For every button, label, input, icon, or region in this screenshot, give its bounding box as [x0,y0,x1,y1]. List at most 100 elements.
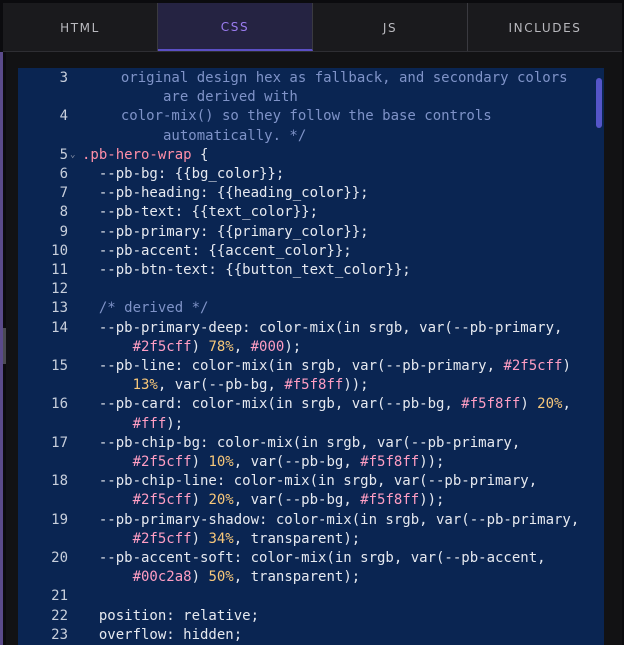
code-token: ) [191,454,209,470]
code-line: 19 --pb-primary-shadow: color-mix(in srg… [18,511,604,530]
code-token: overflow: hidden; [82,626,243,643]
line-number: 23 [51,626,68,643]
code-token: ); [166,415,184,432]
code-line: #2f5cff) 10%, var(--pb-bg, #f5f8ff)); [18,453,604,472]
code-token: , var(--pb-bg, [233,492,361,509]
code-token: .pb-hero-wrap [82,146,192,163]
code-token: ) [520,396,538,413]
code-line: #00c2a8) 50%, transparent); [18,568,604,587]
code-token: #2f5cff [132,492,192,509]
code-line: 12 [18,280,604,299]
line-number: 3 [59,70,68,86]
code-line: 11 --pb-btn-text: {{button_text_color}}; [18,261,604,280]
code-token: --pb-chip-bg: color-mix(in srgb, var(--p… [82,434,521,451]
code-token: #fff [132,415,167,432]
code-token: --pb-text: {{text_color}}; [82,204,319,221]
code-line: #2f5cff) 34%, transparent); [18,530,604,549]
code-token: , transparent); [233,569,361,586]
code-token: , [562,396,571,413]
code-token: 34% [208,530,234,547]
code-text: /* derived */ [82,299,209,318]
line-number: 10 [51,242,68,259]
line-number: 14 [51,319,68,336]
code-line: 3 original design hex as fallback, and s… [18,69,604,88]
code-text: #2f5cff) 78%, #000); [82,338,302,357]
code-token: --pb-primary-shadow: color-mix(in srgb, … [82,511,580,528]
code-text: #2f5cff) 20%, var(--pb-bg, #f5f8ff)); [82,491,445,510]
code-token: 78% [208,338,234,355]
code-token: --pb-accent: {{accent_color}}; [82,242,352,259]
code-token: 13% [132,377,158,394]
line-number: 12 [51,281,68,298]
line-number: 11 [51,262,68,278]
code-token: --pb-line: color-mix(in srgb, var(--pb-p… [82,358,504,374]
code-token: ) [191,492,209,509]
line-number: 4 [59,108,68,125]
tab-js[interactable]: JS [313,3,468,51]
code-token: ) [191,569,209,586]
code-token: #f5f8ff [360,492,420,509]
code-token: are derived with [104,89,298,106]
line-number: 17 [51,434,68,451]
tab-css[interactable]: CSS [158,3,313,51]
code-token: ) [562,358,571,374]
code-token: #2f5cff [503,358,563,374]
code-text: --pb-line: color-mix(in srgb, var(--pb-p… [82,357,571,376]
line-number: 5 [59,146,68,163]
code-token: )); [419,492,445,509]
code-token: , transparent); [233,530,361,547]
line-number: 8 [59,204,68,221]
line-number: 21 [51,588,68,605]
code-token: #f5f8ff [461,396,521,413]
code-line: 17 --pb-chip-bg: color-mix(in srgb, var(… [18,434,604,453]
tab-html[interactable]: HTML [3,3,158,51]
code-token: )); [419,454,445,470]
code-text: --pb-accent: {{accent_color}}; [82,242,352,261]
code-token: automatically. */ [104,127,307,144]
line-number: 22 [51,607,68,624]
code-text: --pb-heading: {{heading_color}}; [82,184,369,203]
code-token: , var(--pb-bg, [233,454,361,470]
code-text: overflow: hidden; [82,626,242,645]
code-token: --pb-primary-deep: color-mix(in srgb, va… [82,319,563,336]
code-token: 20% [537,396,563,413]
tab-includes[interactable]: INCLUDES [468,3,622,51]
line-number: 18 [51,473,68,490]
code-line: 21 [18,587,604,606]
css-code-editor[interactable]: 3 original design hex as fallback, and s… [18,68,604,645]
code-line: 10 --pb-accent: {{accent_color}}; [18,242,604,261]
code-text: --pb-card: color-mix(in srgb, var(--pb-b… [82,395,571,414]
code-token: --pb-heading: {{heading_color}}; [82,185,369,202]
code-line: 15 --pb-line: color-mix(in srgb, var(--p… [18,357,604,376]
code-line: 9 --pb-primary: {{primary_color}}; [18,223,604,242]
editor-scrollbar-thumb[interactable] [596,78,602,128]
code-text: --pb-bg: {{bg_color}}; [82,165,284,184]
code-token: #2f5cff [132,338,192,355]
code-token: original design hex as fallback, and sec… [104,70,568,86]
code-token: 20% [208,492,234,509]
line-number: 19 [51,511,68,528]
code-line: 13 /* derived */ [18,299,604,318]
code-line: 16 --pb-card: color-mix(in srgb, var(--p… [18,395,604,414]
code-text: are derived with [104,88,298,107]
code-token: ) [191,338,209,355]
code-token: #f5f8ff [284,377,344,394]
line-number: 13 [51,300,68,317]
code-token: 50% [208,569,234,586]
code-line: #2f5cff) 78%, #000); [18,338,604,357]
code-text: --pb-primary-shadow: color-mix(in srgb, … [82,511,579,530]
code-text: --pb-chip-bg: color-mix(in srgb, var(--p… [82,434,520,453]
code-token: /* derived */ [82,300,209,317]
code-text: automatically. */ [104,127,306,146]
code-token: )); [343,377,369,394]
code-line: 14 --pb-primary-deep: color-mix(in srgb,… [18,319,604,338]
chevron-down-icon[interactable]: ⌄ [70,146,75,165]
code-line: 18 --pb-chip-line: color-mix(in srgb, va… [18,472,604,491]
code-line: 22 position: relative; [18,607,604,626]
code-text: --pb-primary-deep: color-mix(in srgb, va… [82,319,563,338]
code-token: #00c2a8 [132,569,192,586]
